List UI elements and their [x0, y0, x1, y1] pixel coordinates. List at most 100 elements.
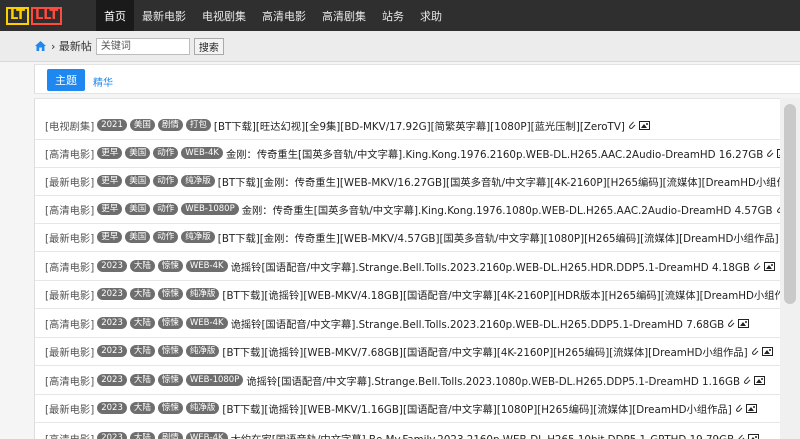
- thread-tag[interactable]: 大陆: [129, 345, 155, 357]
- thread-title-link[interactable]: [BT下载][金刚：传奇重生][WEB-MKV/4.57GB][国英多音轨/中文…: [218, 230, 779, 245]
- thread-category[interactable]: [高清电影]: [45, 431, 94, 439]
- scroll-thumb[interactable]: [784, 104, 796, 304]
- thread-category[interactable]: [高清电影]: [45, 146, 94, 161]
- thread-category[interactable]: [高清电影]: [45, 259, 94, 274]
- thread-tag[interactable]: 大陆: [129, 317, 155, 329]
- thread-tag[interactable]: 惊悚: [157, 288, 183, 300]
- thread-title-link[interactable]: 金刚：传奇重生[国英多音轨/中文字幕].King.Kong.1976.2160p…: [226, 146, 763, 161]
- breadcrumb[interactable]: › 最新帖: [51, 38, 92, 54]
- thread-row[interactable]: [电视剧集] 2021 美国 剧情 打包 [BT下载][旺达幻视][全9集][BD-MKV…: [45, 115, 650, 135]
- thread-tag[interactable]: 纯净版: [185, 402, 220, 414]
- thread-tag[interactable]: WEB-4K: [185, 260, 228, 272]
- thread-tag[interactable]: 美国: [125, 203, 151, 215]
- thread-title-link[interactable]: 诡摇铃[国语配音/中文字幕].Strange.Bell.Tolls.2023.1…: [246, 373, 740, 388]
- thread-tag[interactable]: 剧情: [157, 119, 183, 131]
- thread-category[interactable]: [最新电影]: [45, 344, 94, 359]
- tab-topics[interactable]: 主题: [47, 69, 85, 91]
- thread-title-link[interactable]: 金刚：传奇重生[国英多音轨/中文字幕].King.Kong.1976.1080p…: [242, 202, 773, 217]
- search-button[interactable]: 搜索: [193, 37, 224, 55]
- thread-row[interactable]: [高清电影] 2023 大陆 惊悚 WEB-4K 诡摇铃[国语配音/中文字幕].Stran…: [45, 256, 775, 276]
- thread-row[interactable]: [最新电影] 2023 大陆 惊悚 纯净版 [BT下载][诡摇铃][WEB-MKV/4.1…: [45, 284, 800, 304]
- thread-category[interactable]: [最新电影]: [45, 287, 94, 302]
- thread-tag[interactable]: 剧情: [157, 432, 183, 439]
- thread-tag[interactable]: 大陆: [129, 432, 155, 439]
- nav-item[interactable]: 求助: [412, 0, 450, 31]
- nav-item[interactable]: 高清剧集: [314, 0, 374, 31]
- thread-tag[interactable]: 更早: [97, 231, 123, 243]
- thread-category[interactable]: [高清电影]: [45, 202, 94, 217]
- site-logo[interactable]: LT LLT: [0, 0, 96, 31]
- thread-tag[interactable]: 动作: [153, 175, 179, 187]
- scrollbar[interactable]: [780, 98, 800, 439]
- thread-tag[interactable]: 大陆: [129, 288, 155, 300]
- thread-row[interactable]: [高清电影]2023大陆剧情WEB-4K大约在家[国语音轨/中文字幕].Be.M…: [45, 428, 760, 439]
- thread-row[interactable]: [高清电影] 2023 大陆 惊悚 WEB-4K 诡摇铃[国语配音/中文字幕].Stran…: [45, 313, 750, 333]
- thread-tag[interactable]: 打包: [185, 119, 211, 131]
- thread-tag[interactable]: 惊悚: [157, 402, 183, 414]
- thread-tag[interactable]: 纯净版: [185, 345, 220, 357]
- thread-row[interactable]: [最新电影] 更早 美国 动作 纯净版 [BT下载][金刚：传奇重生][WEB-MKV/1…: [45, 171, 800, 191]
- thread-title-link[interactable]: [BT下载][诡摇铃][WEB-MKV/7.68GB][国语配音/中文字幕][4…: [222, 344, 747, 359]
- thread-tag[interactable]: 美国: [129, 119, 155, 131]
- thread-tag[interactable]: 惊悚: [157, 317, 183, 329]
- thread-title-link[interactable]: 诡摇铃[国语配音/中文字幕].Strange.Bell.Tolls.2023.2…: [231, 316, 725, 331]
- home-icon[interactable]: [34, 40, 47, 52]
- thread-tag[interactable]: 动作: [153, 203, 179, 215]
- thread-tag[interactable]: 惊悚: [157, 345, 183, 357]
- thread-tag[interactable]: 动作: [153, 147, 179, 159]
- thread-row[interactable]: [最新电影] 2023 大陆 惊悚 纯净版 [BT下载][诡摇铃][WEB-MKV/1.1…: [45, 398, 757, 418]
- thread-tag[interactable]: 纯净版: [185, 288, 220, 300]
- thread-tag[interactable]: 2023: [97, 432, 127, 439]
- thread-tag[interactable]: 动作: [153, 231, 179, 243]
- thread-title-link[interactable]: [BT下载][诡摇铃][WEB-MKV/4.18GB][国语配音/中文字幕][4…: [222, 287, 799, 302]
- thread-row[interactable]: [最新电影] 更早 美国 动作 纯净版 [BT下载][金刚：传奇重生][WEB-MKV/4…: [45, 227, 800, 247]
- thread-tag[interactable]: WEB-1080P: [181, 203, 239, 215]
- thread-tag[interactable]: 大陆: [129, 374, 155, 386]
- thread-tag[interactable]: 惊悚: [157, 260, 183, 272]
- thread-tag[interactable]: WEB-4K: [181, 147, 223, 159]
- thread-title-link[interactable]: [BT下载][旺达幻视][全9集][BD-MKV/17.92G][简繁英字幕][…: [214, 118, 625, 133]
- thread-tag[interactable]: 大陆: [129, 402, 155, 414]
- thread-row[interactable]: [高清电影] 更早 美国 动作 WEB-4K 金刚：传奇重生[国英多音轨/中文字幕].Ki…: [45, 143, 789, 163]
- thread-category[interactable]: [最新电影]: [45, 174, 94, 189]
- thread-category[interactable]: [电视剧集]: [45, 118, 94, 133]
- thread-row[interactable]: [高清电影] 2023 大陆 惊悚 WEB-1080P 诡摇铃[国语配音/中文字幕].St…: [45, 370, 766, 390]
- nav-item[interactable]: 最新电影: [134, 0, 194, 31]
- thread-tag[interactable]: WEB-1080P: [185, 374, 244, 386]
- thread-title-link[interactable]: [BT下载][诡摇铃][WEB-MKV/1.16GB][国语配音/中文字幕][1…: [222, 401, 731, 416]
- thread-tag[interactable]: 2023: [97, 317, 127, 329]
- thread-row[interactable]: [最新电影] 2023 大陆 惊悚 纯净版 [BT下载][诡摇铃][WEB-MKV/7.6…: [45, 341, 773, 361]
- thread-category[interactable]: [高清电影]: [45, 373, 94, 388]
- thread-title-link[interactable]: 诡摇铃[国语配音/中文字幕].Strange.Bell.Tolls.2023.2…: [231, 259, 750, 274]
- thread-category[interactable]: [最新电影]: [45, 230, 94, 245]
- thread-tag[interactable]: 大陆: [129, 260, 155, 272]
- thread-tag[interactable]: 美国: [125, 147, 151, 159]
- tab-featured[interactable]: 精华: [93, 74, 113, 89]
- thread-tag[interactable]: 2023: [97, 288, 127, 300]
- thread-tag[interactable]: 美国: [125, 175, 151, 187]
- thread-tag[interactable]: 更早: [97, 175, 123, 187]
- thread-tag[interactable]: 2023: [97, 402, 127, 414]
- nav-item[interactable]: 电视剧集: [194, 0, 254, 31]
- nav-item[interactable]: 高清电影: [254, 0, 314, 31]
- thread-tag[interactable]: 惊悚: [157, 374, 183, 386]
- thread-tag[interactable]: WEB-4K: [185, 432, 228, 439]
- thread-tag[interactable]: 更早: [97, 147, 123, 159]
- thread-title-link[interactable]: 大约在家[国语音轨/中文字幕].Be.My.Family.2023.2160p.…: [231, 431, 735, 439]
- thread-category[interactable]: [最新电影]: [45, 401, 94, 416]
- thread-tag[interactable]: 2023: [97, 345, 127, 357]
- thread-tag[interactable]: 美国: [125, 231, 151, 243]
- thread-title-link[interactable]: [BT下载][金刚：传奇重生][WEB-MKV/16.27GB][国英多音轨/中…: [218, 174, 800, 189]
- thread-tag[interactable]: 2023: [97, 374, 127, 386]
- thread-tag[interactable]: 2023: [97, 260, 127, 272]
- nav-item[interactable]: 首页: [96, 0, 134, 31]
- thread-tag[interactable]: 2021: [97, 119, 127, 131]
- thread-tag[interactable]: 更早: [97, 203, 123, 215]
- thread-tag[interactable]: WEB-4K: [185, 317, 228, 329]
- thread-row[interactable]: [高清电影] 更早 美国 动作 WEB-1080P 金刚：传奇重生[国英多音轨/中文字幕]…: [45, 199, 798, 219]
- thread-tag[interactable]: 纯净版: [181, 231, 215, 243]
- nav-item[interactable]: 站务: [374, 0, 412, 31]
- thread-category[interactable]: [高清电影]: [45, 316, 94, 331]
- search-input[interactable]: [95, 37, 190, 55]
- thread-tag[interactable]: 纯净版: [181, 175, 215, 187]
